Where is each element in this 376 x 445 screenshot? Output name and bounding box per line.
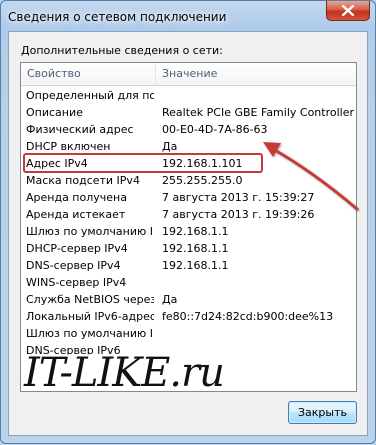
value-cell: 192.168.1.101 bbox=[162, 157, 243, 170]
property-cell: DHCP-сервер IPv4 bbox=[26, 242, 128, 255]
list-row[interactable]: Адрес IPv4 192.168.1.101 bbox=[21, 155, 356, 172]
value-cell: fe80::7d24:82cd:b900:dee%13 bbox=[162, 310, 334, 323]
value-cell: Да bbox=[162, 140, 178, 153]
list-row[interactable]: Шлюз по умолчанию IP... bbox=[21, 325, 356, 342]
property-cell: Определенный для по... bbox=[26, 89, 154, 102]
window-title: Сведения о сетевом подключении bbox=[8, 10, 227, 24]
value-cell: Да bbox=[162, 293, 178, 306]
list-row[interactable]: Аренда истекает 7 августа 2013 г. 19:39:2… bbox=[21, 206, 356, 223]
property-cell: Маска подсети IPv4 bbox=[26, 174, 140, 187]
list-row[interactable]: WINS-сервер IPv4 bbox=[21, 274, 356, 291]
dialog-client-area: Дополнительные сведения о сети: Свойство… bbox=[8, 31, 368, 436]
property-cell: Адрес IPv4 bbox=[26, 157, 88, 170]
value-cell: 7 августа 2013 г. 15:39:27 bbox=[162, 191, 315, 204]
property-cell: Локальный IPv6-адрес... bbox=[26, 310, 154, 323]
list-row[interactable]: Определенный для по... bbox=[21, 87, 356, 104]
value-cell: 192.168.1.1 bbox=[162, 259, 229, 272]
dialog-window: Сведения о сетевом подключении Дополните… bbox=[0, 0, 376, 444]
list-row[interactable]: Служба NetBIOS через... Да bbox=[21, 291, 356, 308]
list-row[interactable]: DHCP включен Да bbox=[21, 138, 356, 155]
list-row[interactable]: DNS-сервер IPv4 192.168.1.1 bbox=[21, 257, 356, 274]
watermark-text: IT-LIKE.ru bbox=[24, 350, 225, 396]
property-cell: Физический адрес bbox=[26, 123, 134, 136]
list-row[interactable]: Аренда получена 7 августа 2013 г. 15:39:2… bbox=[21, 189, 356, 206]
value-cell bbox=[162, 274, 354, 291]
property-cell: Описание bbox=[26, 106, 83, 119]
value-cell: 255.255.255.0 bbox=[162, 174, 243, 187]
list-header: Свойство Значение bbox=[21, 63, 356, 86]
list-row[interactable]: Маска подсети IPv4 255.255.255.0 bbox=[21, 172, 356, 189]
section-label: Дополнительные сведения о сети: bbox=[21, 44, 223, 57]
value-cell: 192.168.1.1 bbox=[162, 242, 229, 255]
title-bar[interactable]: Сведения о сетевом подключении bbox=[1, 1, 375, 31]
close-icon bbox=[342, 5, 354, 16]
property-cell: Шлюз по умолчанию IP... bbox=[26, 225, 154, 238]
close-button[interactable]: Закрыть bbox=[288, 401, 357, 424]
property-cell: DHCP включен bbox=[26, 140, 111, 153]
value-cell: 00-E0-4D-7A-86-63 bbox=[162, 123, 268, 136]
list-row[interactable]: DHCP-сервер IPv4 192.168.1.1 bbox=[21, 240, 356, 257]
list-row[interactable]: Описание Realtek PCIe GBE Family Controll… bbox=[21, 104, 356, 121]
list-row[interactable]: Шлюз по умолчанию IP... 192.168.1.1 bbox=[21, 223, 356, 240]
property-cell: Шлюз по умолчанию IP... bbox=[26, 327, 154, 340]
list-row[interactable]: Локальный IPv6-адрес... fe80::7d24:82cd:b… bbox=[21, 308, 356, 325]
property-cell: Аренда истекает bbox=[26, 208, 126, 221]
window-close-button[interactable] bbox=[326, 1, 370, 21]
property-cell: WINS-сервер IPv4 bbox=[26, 276, 127, 289]
value-cell: Realtek PCIe GBE Family Controller #4 bbox=[162, 106, 354, 119]
details-listview[interactable]: Свойство Значение Определенный для по...… bbox=[20, 62, 357, 392]
list-row[interactable]: Физический адрес 00-E0-4D-7A-86-63 bbox=[21, 121, 356, 138]
property-cell: Служба NetBIOS через... bbox=[26, 293, 154, 306]
property-cell: DNS-сервер IPv4 bbox=[26, 259, 121, 272]
value-cell bbox=[162, 325, 354, 342]
value-cell bbox=[162, 87, 354, 104]
column-header-value[interactable]: Значение bbox=[156, 63, 356, 85]
value-cell: 7 августа 2013 г. 19:39:26 bbox=[162, 208, 315, 221]
column-header-property[interactable]: Свойство bbox=[21, 63, 156, 85]
property-cell: Аренда получена bbox=[26, 191, 127, 204]
value-cell: 192.168.1.1 bbox=[162, 225, 229, 238]
